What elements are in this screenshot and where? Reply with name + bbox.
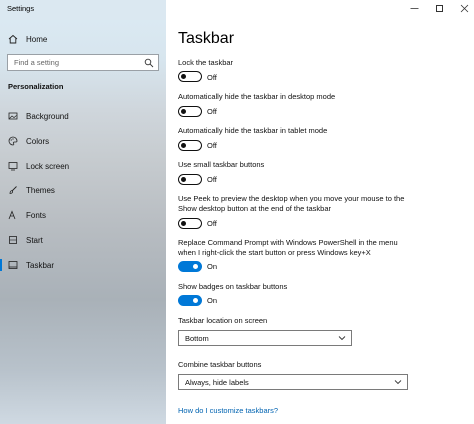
toggle-knob [181,220,186,226]
toggle-powershell[interactable] [178,261,202,272]
sidebar-item-lock-screen[interactable]: Lock screen [0,157,166,175]
sidebar-item-label: Themes [26,185,55,195]
image-icon [8,111,18,121]
toggle-state: Off [207,107,217,116]
toggle-autohide-desktop[interactable] [178,106,202,117]
page-title: Taskbar [178,30,235,47]
nav-home-label: Home [26,34,48,44]
sidebar-item-label: Taskbar [26,260,55,270]
toggle-state: On [207,262,218,271]
sidebar: Home Find a setting Personalization Back… [0,0,166,424]
sidebar-item-label: Fonts [26,210,47,220]
toggle-state: Off [207,219,217,228]
combine-select[interactable]: Always, hide labels [178,374,408,390]
sidebar-item-fonts[interactable]: Fonts [0,206,166,224]
toggle-knob [181,108,186,114]
setting-label-badges: Show badges on taskbar buttons [178,282,288,291]
sidebar-item-taskbar[interactable]: Taskbar [0,256,166,274]
chevron-down-icon [393,377,403,387]
nav-home[interactable]: Home [0,30,166,48]
sidebar-item-label: Lock screen [26,161,70,171]
toggle-knob [181,176,186,182]
search-icon[interactable] [144,58,154,68]
setting-label-peek: Use Peek to preview the desktop when you… [178,194,405,213]
toggle-lock-taskbar[interactable] [178,71,202,82]
setting-label-autohide-desktop: Automatically hide the taskbar in deskto… [178,92,336,101]
sidebar-item-background[interactable]: Background [0,107,166,125]
sidebar-item-label: Colors [26,136,50,146]
selection-indicator [0,259,2,271]
combine-label: Combine taskbar buttons [178,360,262,369]
sidebar-item-label: Start [26,235,43,245]
taskbar-icon [8,260,18,270]
start-icon [8,235,18,245]
brush-icon [8,185,18,195]
main-content: Taskbar Lock the taskbar Off Automatical… [166,0,474,424]
sidebar-item-colors[interactable]: Colors [0,132,166,150]
combine-value: Always, hide labels [185,377,249,387]
lock-screen-icon [8,161,18,171]
sidebar-item-start[interactable]: Start [0,231,166,249]
location-value: Bottom [185,333,209,343]
toggle-autohide-tablet[interactable] [178,140,202,151]
setting-label-powershell: Replace Command Prompt with Windows Powe… [178,238,398,257]
help-link[interactable]: How do I customize taskbars? [178,406,278,415]
toggle-knob [181,73,186,79]
palette-icon [8,136,18,146]
sidebar-item-themes[interactable]: Themes [0,181,166,199]
toggle-peek[interactable] [178,218,202,229]
search-input[interactable]: Find a setting [14,58,144,67]
setting-label-autohide-tablet: Automatically hide the taskbar in tablet… [178,126,328,135]
home-icon [8,34,18,44]
search-box[interactable]: Find a setting [7,54,159,71]
toggle-knob [181,142,186,148]
toggle-state: Off [207,73,217,82]
toggle-state: Off [207,141,217,150]
window-title: Settings [7,4,35,13]
chevron-down-icon [337,333,347,343]
location-label: Taskbar location on screen [178,316,268,325]
toggle-state: Off [207,175,217,184]
toggle-knob [193,297,198,303]
font-icon [8,210,18,220]
toggle-badges[interactable] [178,295,202,306]
section-title: Personalization [8,82,64,91]
location-select[interactable]: Bottom [178,330,352,346]
toggle-state: On [207,296,218,305]
setting-label-lock-taskbar: Lock the taskbar [178,58,234,67]
setting-label-small-buttons: Use small taskbar buttons [178,160,265,169]
sidebar-item-label: Background [26,111,69,121]
toggle-small-buttons[interactable] [178,174,202,185]
toggle-knob [193,263,198,269]
